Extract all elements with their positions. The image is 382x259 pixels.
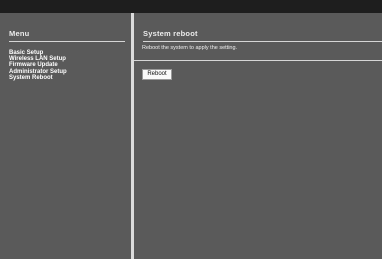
page-title: System reboot — [143, 29, 198, 38]
sidebar-title: Menu — [9, 29, 30, 38]
sidebar-item-system-reboot[interactable]: System Reboot — [9, 75, 67, 81]
reboot-button[interactable]: Reboot — [142, 69, 172, 80]
content-rule — [134, 60, 382, 61]
page-title-rule — [143, 41, 382, 42]
reboot-description: Reboot the system to apply the setting. — [142, 45, 238, 51]
sidebar-title-rule — [9, 41, 125, 42]
main-content: System reboot Reboot the system to apply… — [134, 13, 382, 259]
sidebar: Menu Basic Setup Wireless LAN Setup Firm… — [0, 13, 131, 259]
sidebar-menu: Basic Setup Wireless LAN Setup Firmware … — [9, 50, 67, 81]
sidebar-item-administrator-setup[interactable]: Administrator Setup — [9, 69, 67, 75]
top-bar — [0, 0, 382, 13]
